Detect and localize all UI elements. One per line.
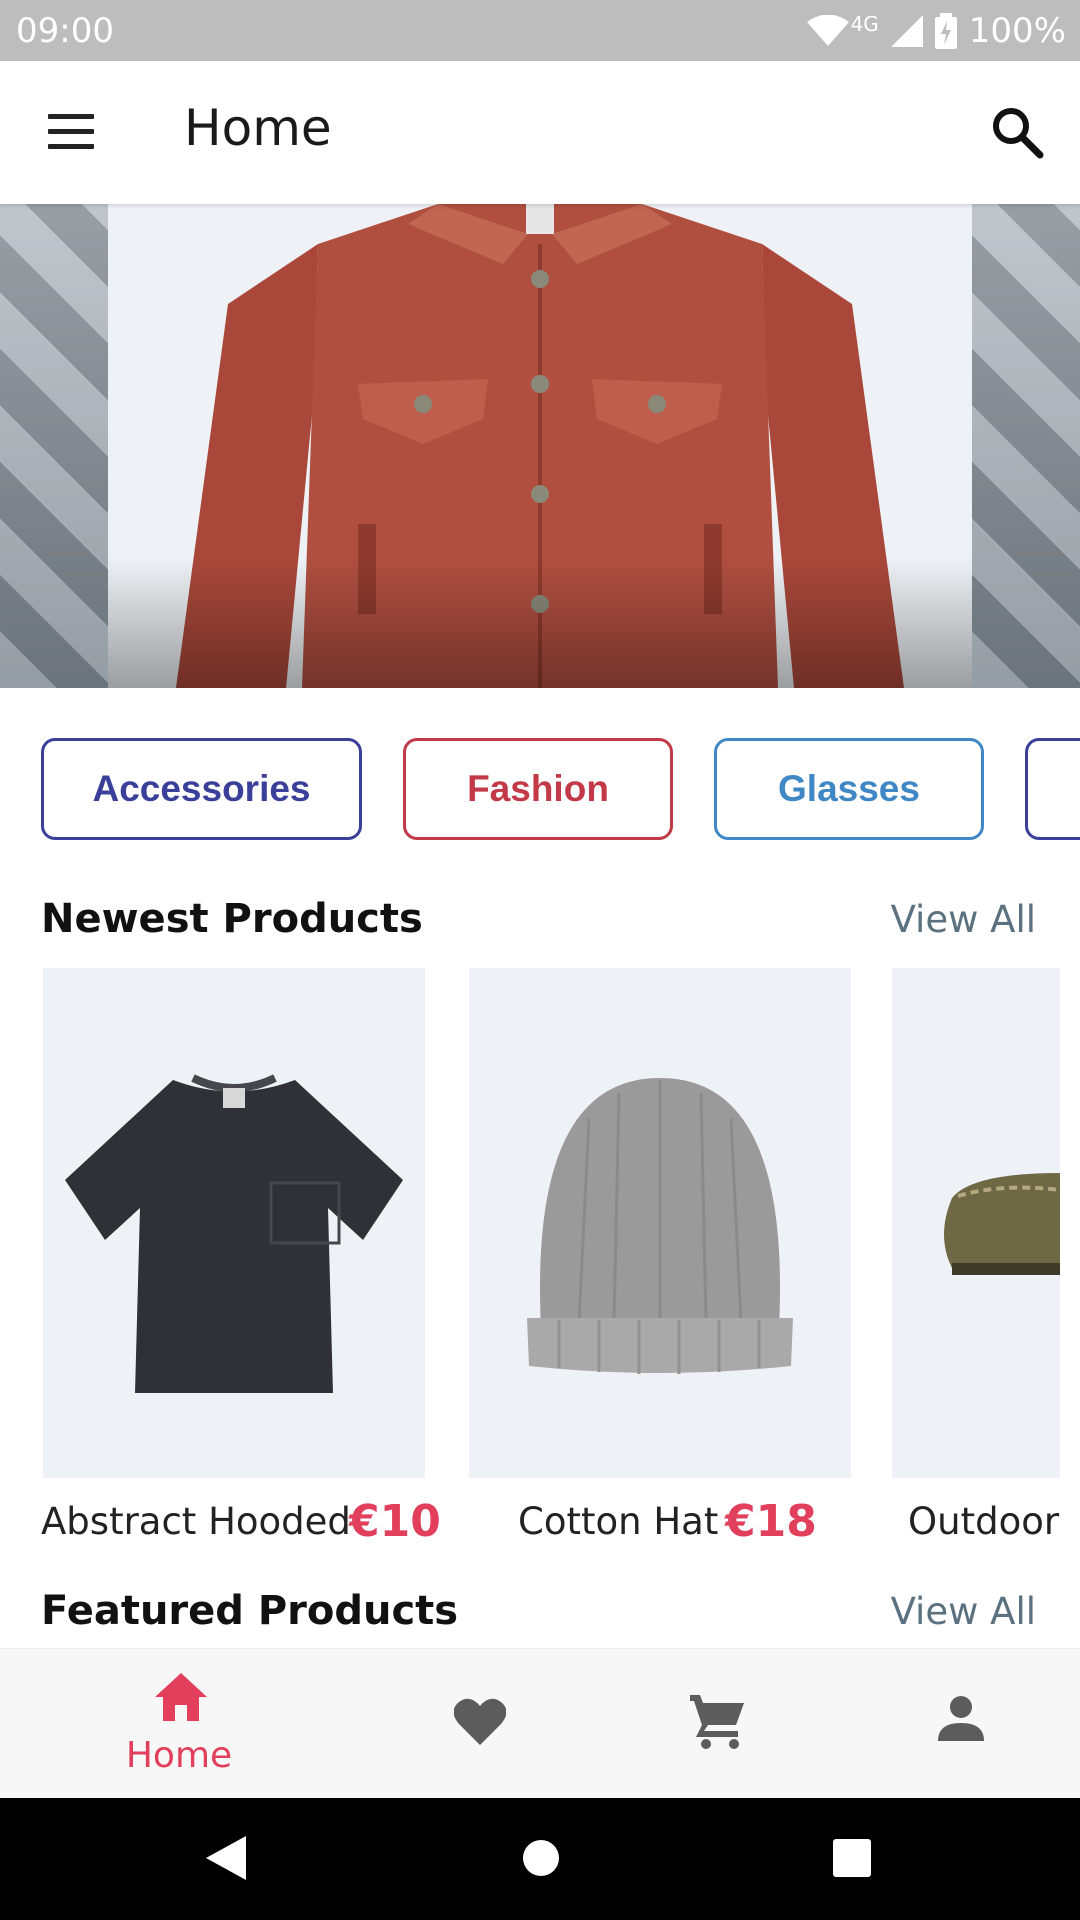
status-bar: 09:00 4G 100% <box>0 0 1080 61</box>
product-price: €10 <box>349 1496 441 1546</box>
product-image[interactable] <box>892 968 1061 1478</box>
status-icons: 4G 100% <box>806 10 1066 51</box>
tshirt-image <box>65 1074 403 1393</box>
battery-percent: 100% <box>968 10 1066 51</box>
beanie-image <box>527 1078 793 1374</box>
home-icon <box>155 1673 207 1721</box>
product-price: €18 <box>725 1496 817 1546</box>
person-icon <box>938 1696 984 1741</box>
product-name: Outdoor <box>908 1500 1060 1543</box>
newest-products-list: Abstract Hooded €10 Cotton Hat €18 Outdo… <box>0 966 1080 1546</box>
category-chips: Accessories Fashion Glasses <box>0 738 1080 842</box>
chip-fashion[interactable]: Fashion <box>403 738 673 840</box>
product-image[interactable] <box>469 968 851 1478</box>
featured-view-all-link[interactable]: View All <box>891 1590 1036 1633</box>
battery-icon <box>934 12 957 49</box>
product-image[interactable] <box>43 968 425 1478</box>
newest-view-all-link[interactable]: View All <box>891 898 1036 941</box>
nav-home-label: Home <box>125 1735 233 1776</box>
signal-icon <box>890 14 923 47</box>
banner-prev-slide[interactable] <box>0 204 108 688</box>
status-time: 09:00 <box>16 10 114 51</box>
home-circle-icon[interactable] <box>521 1838 561 1878</box>
chip-accessories[interactable]: Accessories <box>41 738 362 840</box>
nav-home[interactable]: Home <box>79 1649 279 1799</box>
banner-next-slide[interactable] <box>972 204 1080 688</box>
nav-profile[interactable] <box>860 1649 1060 1799</box>
bottom-navigation: Home <box>0 1648 1080 1798</box>
system-navigation <box>0 1798 1080 1920</box>
banner-carousel[interactable] <box>0 204 1080 688</box>
page-title: Home <box>184 99 332 157</box>
banner-shade <box>108 558 972 688</box>
network-type: 4G <box>850 11 879 36</box>
search-icon <box>993 108 1044 159</box>
product-name: Abstract Hooded <box>41 1500 351 1543</box>
featured-products-title: Featured Products <box>41 1588 459 1634</box>
back-icon[interactable] <box>206 1836 246 1880</box>
banner-slide[interactable] <box>108 204 972 688</box>
cart-icon <box>690 1695 744 1749</box>
newest-products-title: Newest Products <box>41 896 423 942</box>
product-name: Cotton Hat <box>518 1500 719 1543</box>
wifi-icon <box>806 14 849 46</box>
search-button[interactable] <box>990 105 1044 159</box>
menu-button[interactable] <box>44 107 100 157</box>
app-bar: Home <box>0 61 1080 204</box>
chip-next[interactable] <box>1025 738 1080 840</box>
chip-glasses[interactable]: Glasses <box>714 738 984 840</box>
loafer-image <box>944 1173 1061 1275</box>
nav-favorites[interactable] <box>380 1649 580 1799</box>
nav-cart[interactable] <box>620 1649 820 1799</box>
recents-icon[interactable] <box>832 1838 872 1878</box>
heart-icon <box>454 1698 506 1745</box>
